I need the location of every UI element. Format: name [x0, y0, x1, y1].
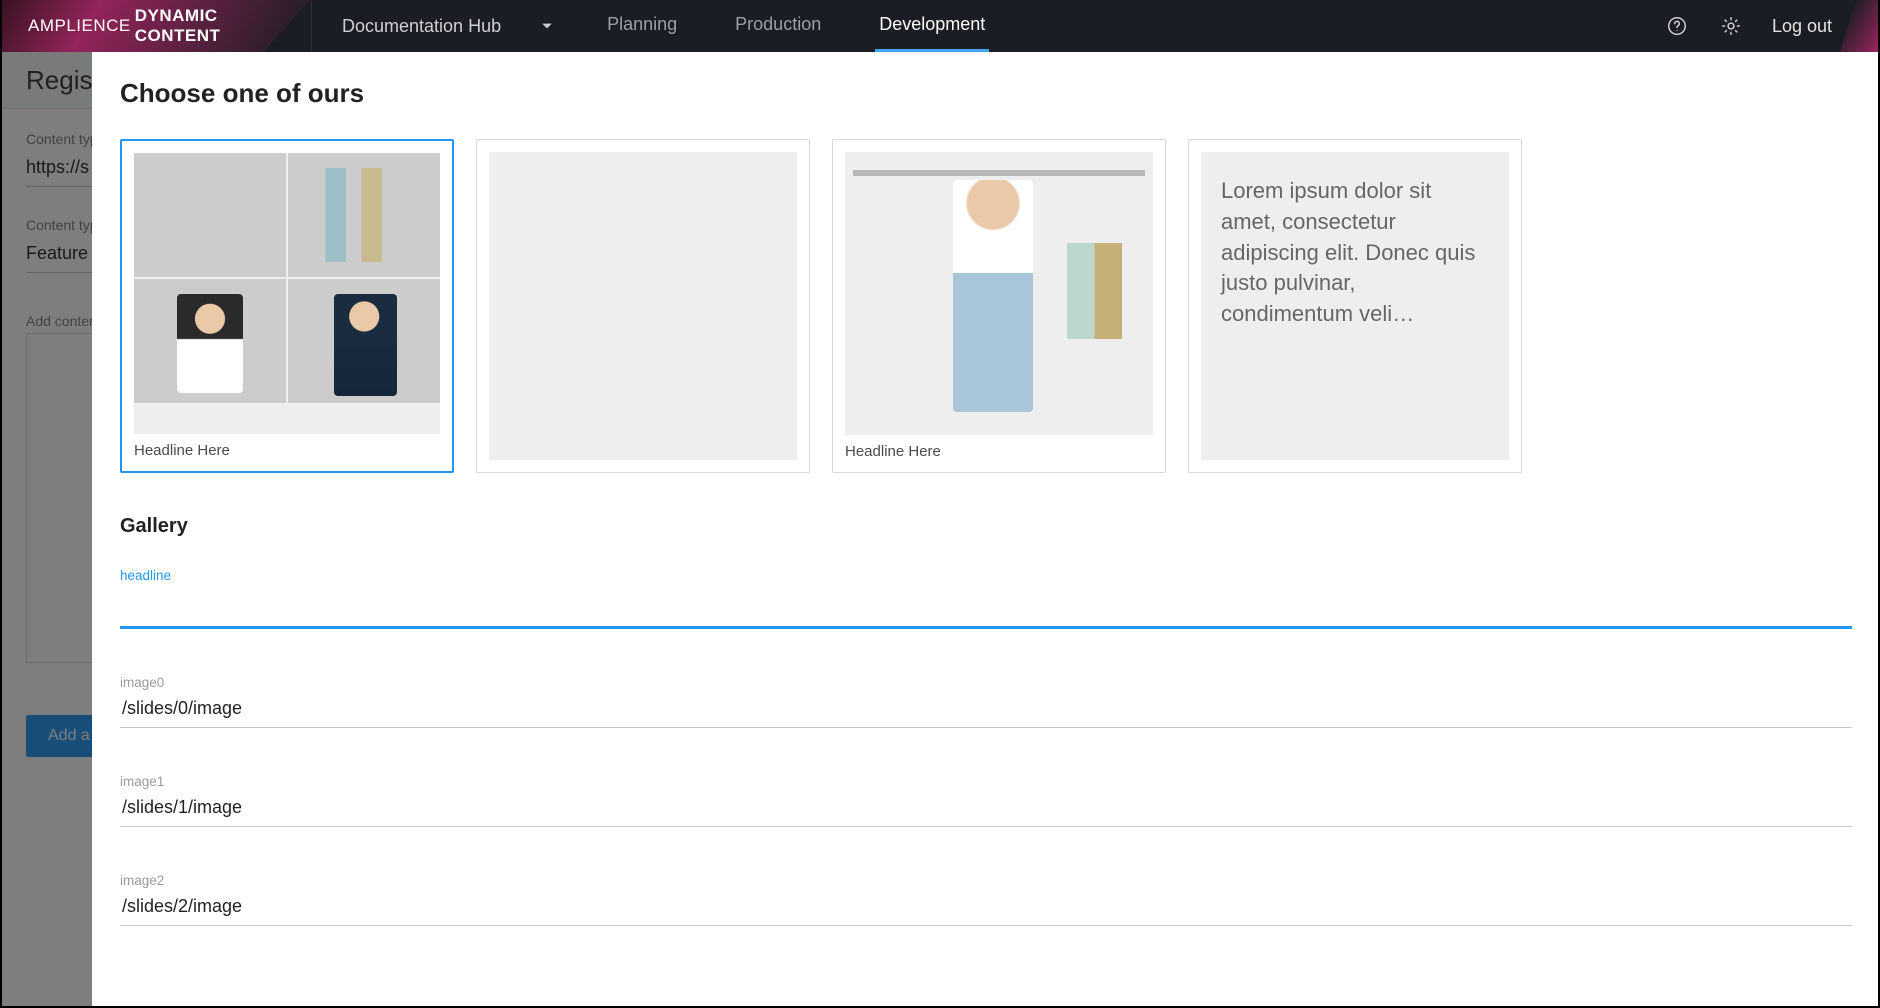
top-nav: AMPLIENCE DYNAMIC CONTENT Documentation … [0, 0, 1880, 52]
field-label-headline: headline [120, 568, 1852, 583]
card-preview [845, 152, 1153, 435]
image2-input[interactable] [120, 890, 1852, 926]
tab-development[interactable]: Development [875, 0, 989, 52]
card-caption: Headline Here [134, 442, 440, 459]
nav-tabs: Planning Production Development [603, 0, 989, 52]
brand-light: AMPLIENCE [28, 16, 131, 36]
help-icon[interactable] [1664, 13, 1690, 39]
hub-selector[interactable]: Documentation Hub [312, 16, 583, 37]
tab-planning[interactable]: Planning [603, 0, 681, 52]
field-label-image0: image0 [120, 675, 1852, 690]
tab-production[interactable]: Production [731, 0, 825, 52]
card-preview [489, 152, 797, 460]
field-label-image2: image2 [120, 873, 1852, 888]
section-title-gallery: Gallery [120, 515, 1852, 538]
brand-logo: AMPLIENCE DYNAMIC CONTENT [0, 0, 312, 52]
card-preview-text: Lorem ipsum dolor sit amet, consectetur … [1201, 152, 1509, 460]
card-preview [134, 153, 440, 434]
headline-input[interactable] [120, 585, 1852, 629]
caret-down-icon [541, 16, 553, 37]
brand-bold: DYNAMIC CONTENT [135, 6, 283, 46]
modal-title: Choose one of ours [120, 78, 1852, 109]
card-list: Headline Here Headline Here Lorem ipsum … [120, 139, 1852, 473]
template-card-shopping[interactable]: Headline Here [832, 139, 1166, 473]
card-caption: Headline Here [845, 443, 1153, 460]
image1-input[interactable] [120, 791, 1852, 827]
hub-selector-label: Documentation Hub [342, 16, 501, 37]
field-label-image1: image1 [120, 774, 1852, 789]
template-card-gallery[interactable]: Headline Here [120, 139, 454, 473]
image0-input[interactable] [120, 692, 1852, 728]
logout-link[interactable]: Log out [1772, 16, 1832, 37]
modal-panel: Choose one of ours Headline Here [92, 52, 1880, 1008]
template-card-text[interactable]: Lorem ipsum dolor sit amet, consectetur … [1188, 139, 1522, 473]
gear-icon[interactable] [1718, 13, 1744, 39]
template-card-single-image[interactable] [476, 139, 810, 473]
